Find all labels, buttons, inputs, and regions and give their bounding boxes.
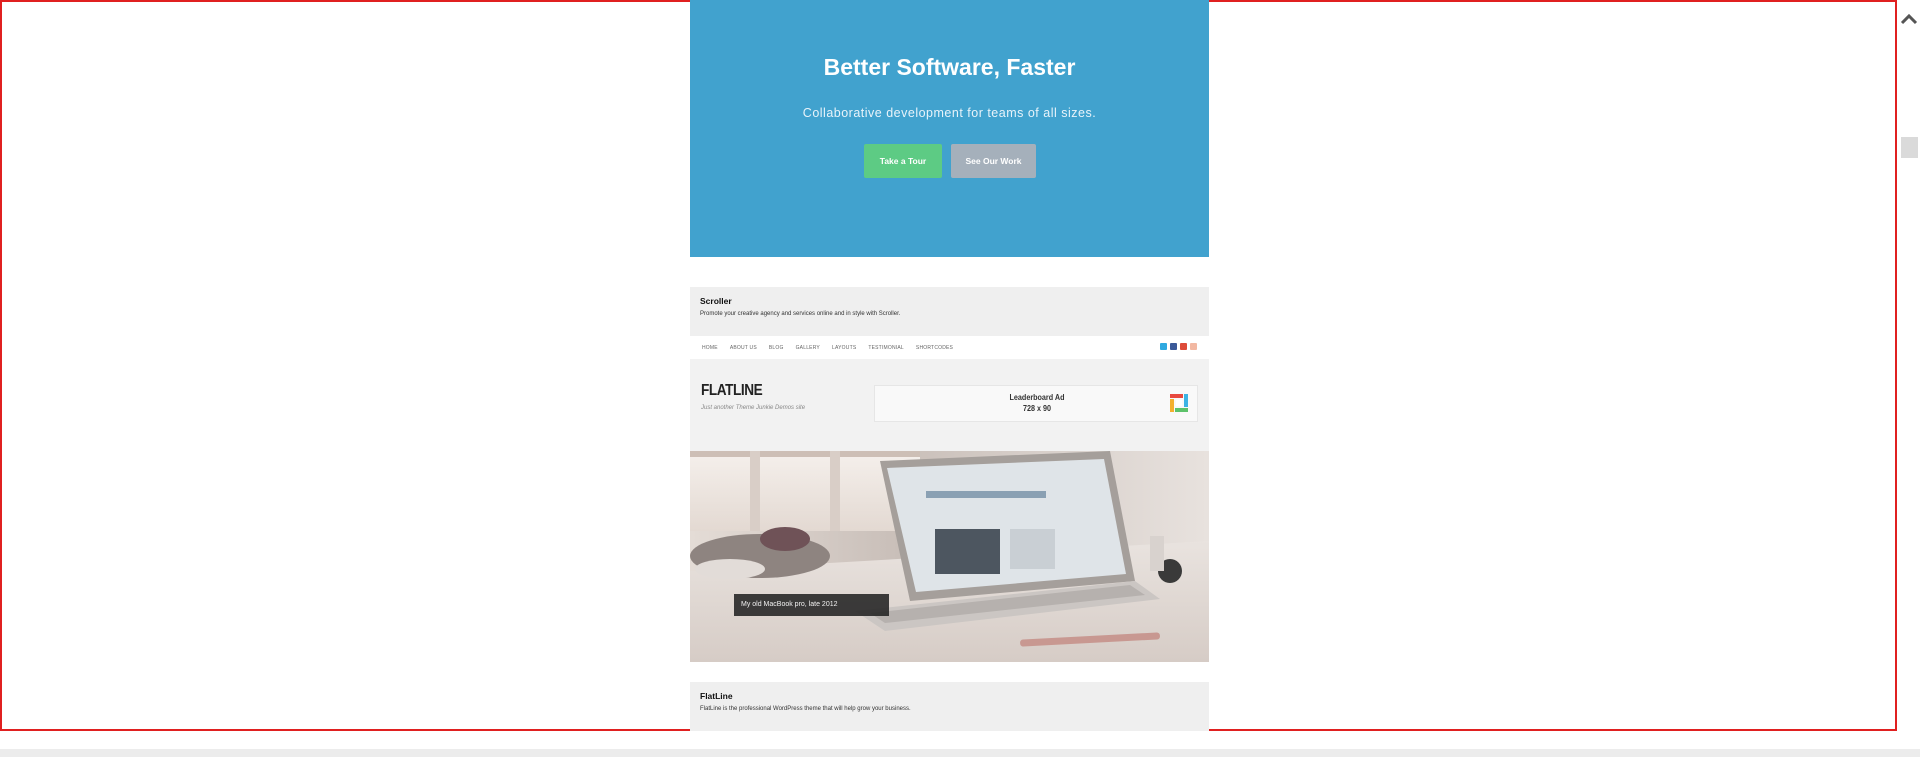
see-our-work-button[interactable]: See Our Work (951, 144, 1036, 178)
card-title[interactable]: FlatLine (700, 691, 733, 701)
card-header-scroller: Scroller Promote your creative agency an… (690, 287, 1209, 336)
nav-item-testimonial[interactable]: TESTIMONIAL (868, 345, 904, 351)
hero-title: Better Software, Faster (823, 54, 1076, 80)
bottom-strip (0, 749, 1920, 757)
theme-site-header: FLATLINE Just another Theme Junkie Demos… (690, 359, 1209, 451)
nav-item-shortcodes[interactable]: SHORTCODES (916, 345, 953, 351)
hero-subtitle: Collaborative development for teams of a… (802, 106, 1097, 120)
laptop-desk-image (690, 451, 1209, 662)
ad-title: Leaderboard Ad (1009, 393, 1065, 402)
rss-icon[interactable] (1190, 343, 1197, 350)
photo-caption: My old MacBook pro, late 2012 (734, 594, 889, 616)
card-description: FlatLine is the professional WordPress t… (700, 706, 911, 712)
chevron-up-icon[interactable] (1898, 8, 1920, 30)
site-logo[interactable]: FLATLINE (701, 382, 763, 400)
nav-item-gallery[interactable]: GALLERY (796, 345, 820, 351)
facebook-icon[interactable] (1170, 343, 1177, 350)
card-title[interactable]: Scroller (700, 296, 732, 306)
google-plus-icon[interactable] (1180, 343, 1187, 350)
ad-text: Leaderboard Ad 728 x 90 (891, 392, 1183, 414)
page-column: Better Software, Faster Collaborative de… (690, 0, 1209, 731)
theme-nav-items: HOME ABOUT US BLOG GALLERY LAYOUTS TESTI… (702, 336, 953, 359)
ad-logo-icon (1170, 394, 1188, 412)
nav-item-home[interactable]: HOME (702, 345, 718, 351)
ad-size: 728 x 90 (1022, 404, 1052, 413)
leaderboard-ad[interactable]: Leaderboard Ad 728 x 90 (874, 385, 1198, 422)
nav-item-layouts[interactable]: LAYOUTS (832, 345, 856, 351)
card-header-flatline: FlatLine FlatLine is the professional Wo… (690, 682, 1209, 731)
twitter-icon[interactable] (1160, 343, 1167, 350)
featured-photo[interactable]: My old MacBook pro, late 2012 (690, 451, 1209, 662)
card-description: Promote your creative agency and service… (700, 311, 901, 317)
scroll-thumb[interactable] (1901, 137, 1918, 158)
theme-nav-bar: HOME ABOUT US BLOG GALLERY LAYOUTS TESTI… (690, 336, 1209, 359)
nav-item-blog[interactable]: BLOG (769, 345, 784, 351)
nav-item-about-us[interactable]: ABOUT US (730, 345, 757, 351)
scrollbar[interactable] (1898, 0, 1920, 757)
social-icons (1160, 343, 1197, 350)
hero-section: Better Software, Faster Collaborative de… (690, 0, 1209, 257)
take-a-tour-button[interactable]: Take a Tour (864, 144, 942, 178)
site-tagline: Just another Theme Junkie Demos site (701, 405, 806, 411)
